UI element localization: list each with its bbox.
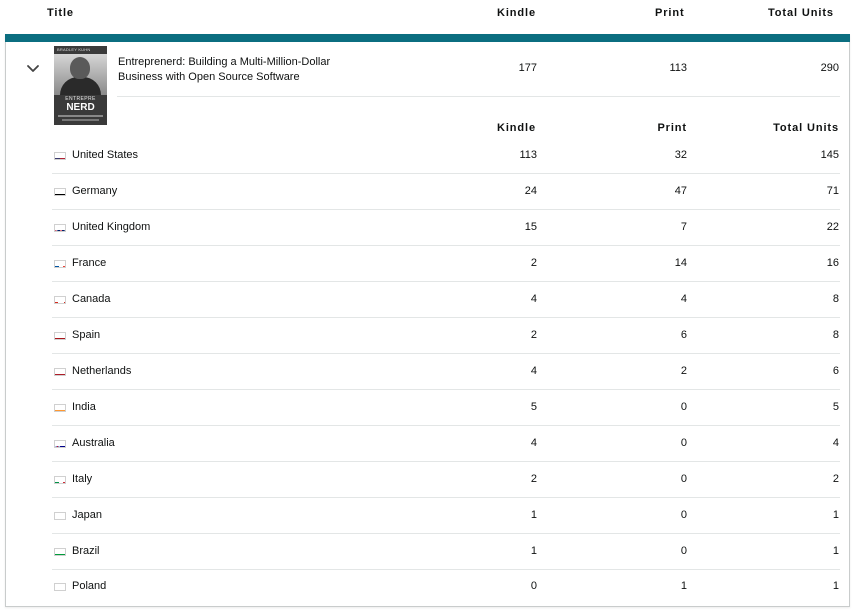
country-row: Spain 2 6 8 [52,318,840,354]
table-header: Title Kindle Print Total Units [0,0,855,34]
country-name: Spain [72,329,101,341]
country-total-units: 22 [826,221,839,233]
country-total-units: 8 [832,293,839,305]
country-print-units: 0 [680,401,687,413]
country-kindle-units: 4 [530,437,537,449]
book-title[interactable]: Entreprenerd: Building a Multi-Million-D… [118,55,358,85]
book-cover-image: BRADLEY KUHN ENTREPRE NERD [54,46,107,125]
country-total-units: 4 [832,437,839,449]
ca-flag-icon [54,296,66,304]
country-row: United Kingdom 15 7 22 [52,210,840,246]
country-kindle-units: 113 [519,149,537,161]
country-row: Australia 4 0 4 [52,426,840,462]
country-kindle-units: 4 [530,365,537,377]
country-print-units: 0 [680,509,687,521]
country-kindle-units: 0 [530,580,537,592]
country-print-units: 1 [680,580,687,592]
country-row: Canada 4 4 8 [52,282,840,318]
book-card-accent-bar [5,34,850,42]
column-header-title[interactable]: Title [47,7,74,19]
country-row: Poland 0 1 1 [52,569,840,605]
country-total-units: 71 [826,185,839,197]
column-header-print[interactable]: Print [655,7,685,19]
book-print-units: 113 [669,62,687,74]
country-name: Brazil [72,545,100,557]
subheader-total-units: Total Units [773,122,839,134]
country-kindle-units: 24 [524,185,537,197]
br-flag-icon [54,548,66,556]
country-kindle-units: 4 [530,293,537,305]
country-print-units: 2 [680,365,687,377]
country-name: Japan [72,509,102,521]
country-print-units: 6 [680,329,687,341]
country-name: France [72,257,107,269]
book-cover-author: BRADLEY KUHN [57,47,91,52]
country-print-units: 0 [680,437,687,449]
country-total-units: 1 [832,580,839,592]
country-name: Australia [72,437,115,449]
subheader-print: Print [657,122,687,134]
country-kindle-units: 15 [524,221,537,233]
country-total-units: 5 [832,401,839,413]
au-flag-icon [54,440,66,448]
country-row: France 2 14 16 [52,246,840,282]
country-kindle-units: 5 [530,401,537,413]
country-total-units: 1 [832,545,839,557]
country-total-units: 2 [832,473,839,485]
pl-flag-icon [54,583,66,591]
country-row: Brazil 1 0 1 [52,534,840,570]
country-name: Netherlands [72,365,132,377]
country-name: United Kingdom [72,221,151,233]
book-kindle-units: 177 [518,62,537,74]
es-flag-icon [54,332,66,340]
book-total-units: 290 [820,62,839,74]
book-cover-line2: NERD [66,102,95,113]
country-row: United States 113 32 145 [52,138,840,174]
country-name: India [72,401,96,413]
country-name: Canada [72,293,111,305]
country-name: Poland [72,580,107,592]
chevron-down-icon[interactable] [26,62,40,76]
country-print-units: 0 [680,545,687,557]
country-row: Germany 24 47 71 [52,174,840,210]
country-row: Italy 2 0 2 [52,462,840,498]
country-total-units: 16 [826,257,839,269]
column-header-kindle[interactable]: Kindle [497,7,536,19]
country-print-units: 47 [674,185,687,197]
country-name: United States [72,149,139,161]
country-total-units: 6 [832,365,839,377]
country-row: India 5 0 5 [52,390,840,426]
country-row: Netherlands 4 2 6 [52,354,840,390]
us-flag-icon [54,152,66,160]
de-flag-icon [54,188,66,196]
nl-flag-icon [54,368,66,376]
country-total-units: 145 [820,149,839,161]
gb-flag-icon [54,224,66,232]
fr-flag-icon [54,260,66,268]
country-kindle-units: 2 [530,329,537,341]
country-print-units: 4 [680,293,687,305]
country-total-units: 1 [832,509,839,521]
country-name: Germany [72,185,118,197]
jp-flag-icon [54,512,66,520]
country-kindle-units: 1 [530,545,537,557]
subheader-kindle: Kindle [496,122,536,134]
country-kindle-units: 2 [530,257,537,269]
country-name: Italy [72,473,93,485]
country-kindle-units: 2 [530,473,537,485]
country-total-units: 8 [832,329,839,341]
column-header-total-units[interactable]: Total Units [768,7,834,19]
country-kindle-units: 1 [530,509,537,521]
it-flag-icon [54,476,66,484]
country-print-units: 0 [680,473,687,485]
divider [117,96,840,97]
country-print-units: 14 [674,257,687,269]
country-print-units: 32 [674,149,687,161]
in-flag-icon [54,404,66,412]
country-print-units: 7 [680,221,687,233]
country-row: Japan 1 0 1 [52,498,840,534]
